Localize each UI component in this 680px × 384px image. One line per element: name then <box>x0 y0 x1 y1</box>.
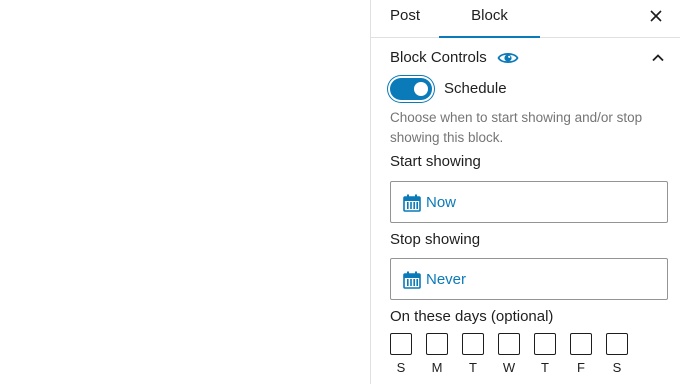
days-label: On these days (optional) <box>390 308 554 325</box>
day-label: S <box>612 360 622 375</box>
start-showing-value: Now <box>426 194 457 211</box>
calendar-icon <box>403 271 421 289</box>
stop-showing-value: Never <box>426 271 467 288</box>
sidebar-tabs: Post Block <box>371 0 680 38</box>
toggle-knob <box>414 82 428 96</box>
schedule-help-text: Choose when to start showing and/or stop… <box>390 110 643 145</box>
tab-post[interactable]: Post <box>390 0 420 37</box>
close-icon <box>650 10 662 22</box>
day-saturday: S <box>606 333 628 376</box>
schedule-toggle-label: Schedule <box>444 80 507 97</box>
day-checkbox[interactable] <box>570 333 592 355</box>
day-wednesday: W <box>498 333 520 376</box>
day-label: T <box>541 360 549 375</box>
day-label: M <box>431 360 443 375</box>
calendar-icon <box>403 194 421 212</box>
day-checkbox[interactable] <box>606 333 628 355</box>
editor-canvas[interactable] <box>0 0 370 384</box>
day-label: S <box>396 360 406 375</box>
tab-block[interactable]: Block <box>439 0 540 38</box>
eye-icon <box>497 50 519 66</box>
day-label: T <box>469 360 477 375</box>
day-checkbox[interactable] <box>534 333 556 355</box>
day-monday: M <box>426 333 448 376</box>
panel-title: Block Controls <box>390 49 487 66</box>
day-label: F <box>577 360 585 375</box>
start-showing-label: Start showing <box>390 153 481 170</box>
chevron-up-icon[interactable] <box>650 50 666 66</box>
day-checkbox[interactable] <box>426 333 448 355</box>
close-sidebar-button[interactable] <box>646 6 666 26</box>
stop-showing-field[interactable]: Never <box>390 258 668 300</box>
day-thursday: T <box>534 333 556 376</box>
stop-showing-label: Stop showing <box>390 231 481 248</box>
start-showing-field[interactable]: Now <box>390 181 668 223</box>
panel-header-block-controls[interactable]: Block Controls <box>390 47 666 69</box>
settings-sidebar: Post Block Block Controls Schedule Choos… <box>370 0 680 384</box>
day-checkbox[interactable] <box>390 333 412 355</box>
schedule-toggle[interactable] <box>390 78 432 100</box>
day-sunday: S <box>390 333 412 376</box>
day-checkbox[interactable] <box>462 333 484 355</box>
day-label: W <box>502 360 516 375</box>
day-checkbox[interactable] <box>498 333 520 355</box>
day-friday: F <box>570 333 592 376</box>
day-tuesday: T <box>462 333 484 376</box>
